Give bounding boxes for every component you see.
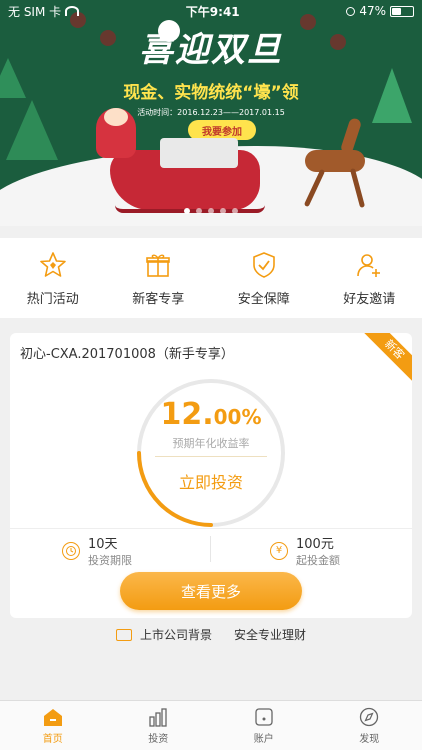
quick-entry-label: 热门活动 [26,291,79,307]
quick-entry-label: 新客专享 [132,291,185,307]
promo-banner[interactable]: 喜迎双旦 现金、实物统统“壕”领 活动时间：2016.12.23——2017.0… [0,0,422,226]
pagination-dot[interactable] [184,208,190,214]
status-bar: 无 SIM 卡 下午9:41 47% [0,0,422,22]
invite-user-icon [354,250,384,280]
product-title: 初心-CXA.201701008（新手专享） [20,347,234,362]
battery-icon [389,5,414,17]
tab-discover[interactable]: 发现 [317,701,422,750]
invest-now-button[interactable]: 立即投资 [10,469,412,493]
quick-entry-row: 热门活动 新客专享 安全保障 好友邀请 [0,238,422,318]
quick-entry-label: 好友邀请 [343,291,396,307]
home-icon [42,707,64,727]
quick-entry-hot-activity[interactable]: 热门活动 [0,238,106,318]
star-icon [38,250,68,280]
tab-invest[interactable]: 投资 [106,701,212,750]
compass-icon [358,707,380,727]
banner-title: 喜迎双旦 [139,30,283,70]
min-investment-label: 起投金额 [296,554,340,567]
quick-entry-label: 安全保障 [237,291,290,307]
pagination-dot[interactable] [232,208,238,214]
annual-rate-label: 预期年化收益率 [172,437,250,450]
status-time: 下午9:41 [185,4,240,19]
tab-bar: 首页 投资 账户 发现 [0,700,422,750]
quick-entry-new-customer[interactable]: 新客专享 [106,238,212,318]
annual-rate-integer: 12. [160,397,214,432]
gifts-illustration [160,138,238,168]
pagination-dot[interactable] [208,208,214,214]
santa-face [104,108,128,126]
tab-label: 账户 [253,733,274,745]
annual-rate-decimal: 00% [213,405,262,429]
pagination-dot[interactable] [220,208,226,214]
stat-divider [210,536,211,562]
banner-pagination[interactable] [0,208,422,214]
wallet-icon [253,707,275,727]
wifi-icon [65,6,80,16]
carrier-label: 无 SIM 卡 [8,4,62,19]
period-value: 10天 [88,537,118,552]
annual-rate: 12.00% [10,397,412,432]
trust-item-listed-company: 上市公司背景 [139,628,212,642]
shield-icon [249,250,279,280]
yuan-icon: ¥ [270,541,288,560]
join-button[interactable]: 我要参加 [188,120,256,140]
period-label: 投资期限 [88,554,132,567]
certificate-icon [115,628,132,641]
new-customer-badge: 新客 [359,333,412,385]
clock-icon [62,541,80,560]
view-more-button[interactable]: 查看更多 [120,572,302,610]
pagination-dot[interactable] [196,208,202,214]
quick-entry-security[interactable]: 安全保障 [211,238,317,318]
minimum-investment: ¥ 100元 起投金额 [270,533,340,568]
min-investment-value: 100元 [296,537,334,552]
quick-entry-invite[interactable]: 好友邀请 [317,238,422,318]
reindeer-illustration [305,150,365,172]
chart-bars-icon [147,707,169,727]
battery-percent: 47% [359,4,386,18]
tab-label: 投资 [148,733,169,745]
tab-home[interactable]: 首页 [0,701,106,750]
trust-item-safe-finance: 安全专业理财 [234,628,307,642]
product-card[interactable]: 初心-CXA.201701008（新手专享） 新客 12.00% 预期年化收益率… [10,333,412,618]
tab-label: 首页 [42,733,63,745]
tab-label: 发现 [359,733,380,745]
gift-icon [143,250,173,280]
trust-info: 上市公司背景 安全专业理财 [0,626,422,643]
tab-account[interactable]: 账户 [211,701,317,750]
card-divider [10,528,412,529]
investment-period: 10天 投资期限 [62,533,132,568]
banner-date: 活动时间：2016.12.23——2017.01.15 [137,108,285,117]
orientation-lock-icon [346,6,356,16]
ring-divider [155,456,267,457]
banner-subtitle: 现金、实物统统“壕”领 [123,83,299,103]
